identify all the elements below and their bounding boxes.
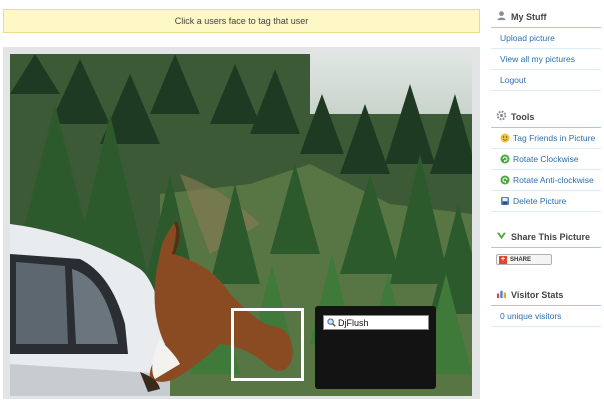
visitor-stats-section: Visitor Stats 0 unique visitors bbox=[491, 284, 601, 327]
rotate-anticlockwise-icon bbox=[500, 175, 510, 185]
face-tag-box[interactable] bbox=[231, 308, 304, 381]
share-button[interactable]: + SHARE bbox=[496, 254, 552, 265]
tag-name-input[interactable]: DjFlush bbox=[323, 315, 429, 330]
my-stuff-section: My Stuff Upload picture View all my pict… bbox=[491, 6, 601, 91]
magnifier-icon bbox=[327, 318, 336, 327]
stats-icon bbox=[496, 288, 507, 301]
user-icon bbox=[496, 10, 507, 23]
my-stuff-header: My Stuff bbox=[491, 6, 601, 28]
tag-friends-icon bbox=[500, 133, 510, 143]
tag-instruction-text: Click a users face to tag that user bbox=[174, 16, 309, 26]
stats-header: Visitor Stats bbox=[491, 284, 601, 306]
tag-instruction-banner: Click a users face to tag that user bbox=[3, 9, 480, 33]
logout-link[interactable]: Logout bbox=[491, 70, 601, 91]
upload-picture-link[interactable]: Upload picture bbox=[491, 28, 601, 49]
share-icon bbox=[496, 230, 507, 243]
share-section: Share This Picture + SHARE bbox=[491, 226, 601, 265]
share-header: Share This Picture bbox=[491, 226, 601, 248]
tools-section: Tools Tag Friends in Picture Rotate Cloc… bbox=[491, 106, 601, 212]
tag-friends-link[interactable]: Tag Friends in Picture bbox=[491, 128, 601, 149]
tag-name-value: DjFlush bbox=[338, 317, 369, 328]
plus-icon: + bbox=[499, 255, 507, 264]
tools-header: Tools bbox=[491, 106, 601, 128]
rotate-clockwise-link[interactable]: Rotate Clockwise bbox=[491, 149, 601, 170]
delete-picture-link[interactable]: Delete Picture bbox=[491, 191, 601, 212]
tag-name-panel: DjFlush bbox=[315, 306, 436, 389]
delete-icon bbox=[500, 196, 510, 206]
rotate-clockwise-icon bbox=[500, 154, 510, 164]
view-all-pictures-link[interactable]: View all my pictures bbox=[491, 49, 601, 70]
gear-icon bbox=[496, 110, 507, 123]
rotate-anticlockwise-link[interactable]: Rotate Anti-clockwise bbox=[491, 170, 601, 191]
unique-visitors-link[interactable]: 0 unique visitors bbox=[491, 306, 601, 327]
sidebar: My Stuff Upload picture View all my pict… bbox=[491, 0, 603, 401]
